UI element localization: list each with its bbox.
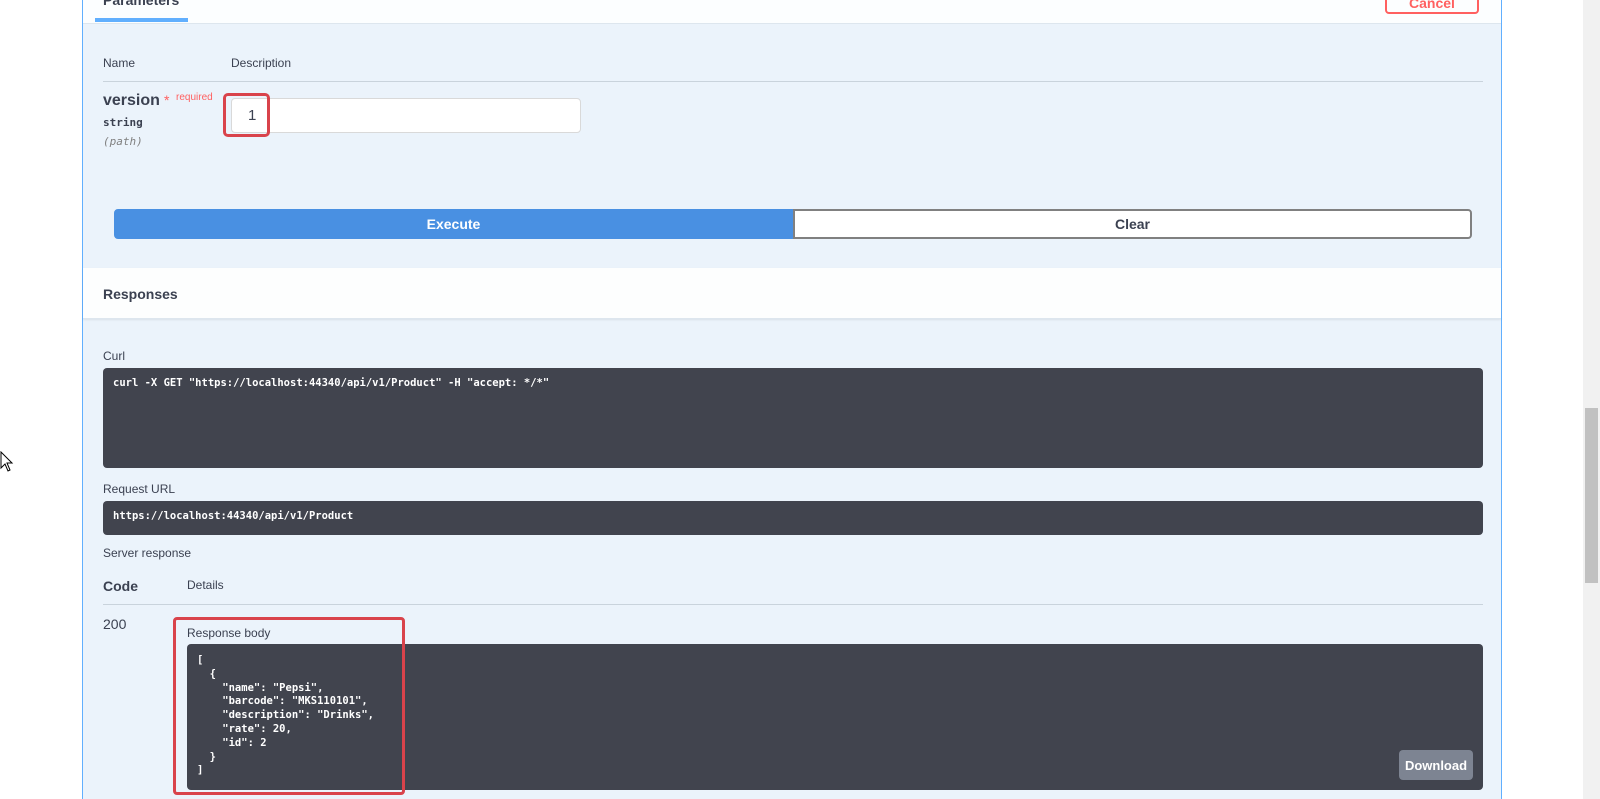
required-marker: *: [164, 92, 170, 108]
mouse-pointer-icon: [0, 451, 14, 472]
clear-button[interactable]: Clear: [793, 209, 1472, 239]
curl-code-block[interactable]: curl -X GET "https://localhost:44340/api…: [103, 368, 1483, 468]
tab-parameters[interactable]: Parameters: [103, 0, 179, 8]
column-header-description: Description: [231, 56, 292, 70]
operation-block: Parameters Cancel Name Description versi…: [82, 0, 1502, 799]
responses-title: Responses: [103, 286, 178, 302]
param-name: version: [103, 92, 160, 109]
cancel-button[interactable]: Cancel: [1385, 0, 1479, 14]
scrollbar-track[interactable]: [1583, 0, 1600, 799]
server-response-label: Server response: [103, 546, 192, 560]
version-input[interactable]: [231, 98, 581, 133]
download-button[interactable]: Download: [1399, 750, 1473, 780]
execute-button[interactable]: Execute: [114, 209, 793, 239]
response-body-block[interactable]: [ { "name": "Pepsi", "barcode": "MKS1101…: [187, 644, 1483, 790]
response-body-label: Response body: [187, 626, 271, 640]
responses-header: Responses: [83, 268, 1501, 319]
request-url-label: Request URL: [103, 482, 176, 496]
status-code: 200: [103, 616, 127, 632]
details-column-header: Details: [187, 578, 224, 592]
tab-active-indicator: [95, 18, 188, 22]
code-column-header: Code: [103, 578, 138, 594]
divider: [103, 604, 1483, 605]
parameters-header: Parameters Cancel: [83, 0, 1501, 24]
required-label: required: [176, 92, 213, 103]
column-header-name: Name: [103, 56, 136, 70]
request-url-block[interactable]: https://localhost:44340/api/v1/Product: [103, 501, 1483, 535]
param-location: (path): [103, 135, 143, 148]
divider: [103, 81, 1483, 82]
curl-label: Curl: [103, 349, 126, 363]
param-type: string: [103, 116, 143, 129]
scrollbar-thumb[interactable]: [1585, 408, 1598, 583]
